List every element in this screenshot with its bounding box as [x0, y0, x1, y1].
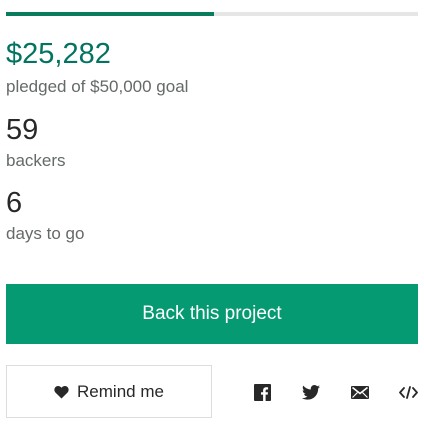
funding-progress-fill: [6, 12, 215, 16]
back-this-project-button[interactable]: Back this project: [6, 284, 418, 344]
backers-label: backers: [6, 151, 66, 170]
email-share-button[interactable]: [349, 381, 371, 403]
twitter-icon: [302, 384, 320, 400]
heart-icon: [54, 385, 69, 399]
backers-count: 59: [6, 114, 39, 146]
twitter-share-button[interactable]: [300, 381, 322, 403]
days-remaining-label: days to go: [6, 224, 85, 243]
facebook-icon: [253, 383, 271, 401]
days-remaining-count: 6: [6, 187, 23, 219]
pledged-goal-label: pledged of $50,000 goal: [6, 77, 189, 96]
funding-progress-bar: [6, 12, 418, 16]
remind-me-button[interactable]: Remind me: [6, 365, 212, 418]
pledged-amount: $25,282: [6, 38, 111, 70]
remind-me-label: Remind me: [77, 381, 164, 401]
embed-code-button[interactable]: [397, 381, 419, 403]
embed-icon: [398, 385, 418, 399]
facebook-share-button[interactable]: [251, 381, 273, 403]
email-icon: [351, 385, 369, 399]
